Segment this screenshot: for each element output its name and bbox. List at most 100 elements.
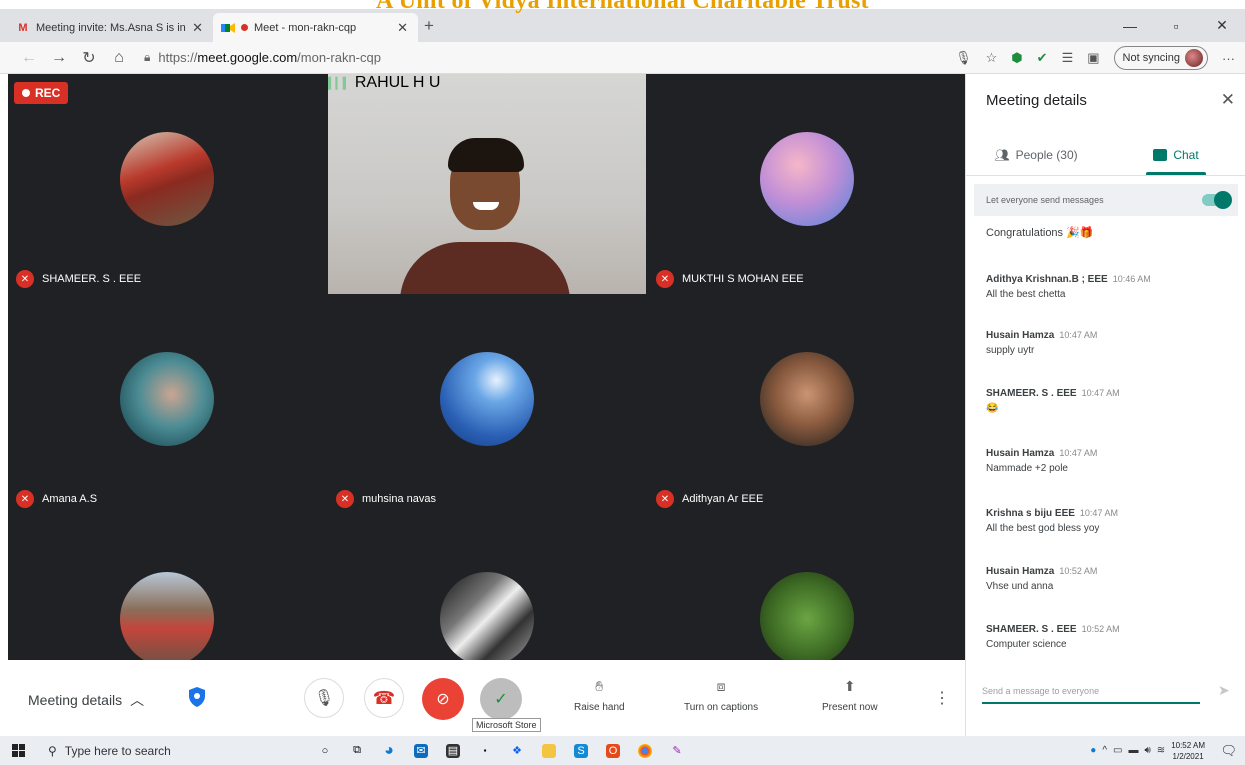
edge-icon[interactable]: ◕ [382,742,396,759]
participant-tile[interactable]: ✕ SHAMEER. S . EEE [8,74,326,294]
network-icon[interactable]: ▭ [1113,745,1122,756]
avatar [440,572,534,660]
meeting-details-button[interactable]: Meeting details ︿ [28,690,144,710]
favorites-icon[interactable]: ☰ [1062,50,1074,66]
message-text: Computer science [986,639,1067,650]
camera-off-button[interactable]: ⊘ [422,678,464,720]
chat-message: Husain Hamza 10:47 AM supply uytr [986,330,1231,356]
sync-label: Not syncing [1122,52,1180,64]
participant-tile[interactable]: ✕ Adithyan Ar EEE [648,294,965,514]
refresh-icon[interactable]: ↻ [74,48,104,68]
chat-message-input[interactable]: Send a message to everyone [982,686,1200,704]
volume-icon[interactable]: 🔊︎ [1144,745,1150,756]
chevron-up-icon[interactable]: ^ [1102,745,1107,756]
app-icon[interactable]: ▪ [478,744,492,758]
store-icon[interactable]: ▤ [446,743,460,758]
send-icon[interactable]: ➤ [1218,682,1230,699]
avatar [440,352,534,446]
search-icon: ⚲ [48,743,57,758]
collections-icon[interactable]: ▣ [1087,50,1099,66]
back-icon[interactable]: ← [14,49,44,67]
participant-tile[interactable] [8,514,326,660]
participant-tile[interactable] [648,514,965,660]
leave-call-button[interactable]: ☎ [364,678,404,718]
new-tab-icon[interactable]: + [424,16,434,36]
more-options-icon[interactable]: ⋮ [934,688,950,708]
security-shield-icon[interactable] [188,686,208,708]
close-tab-icon[interactable]: ✕ [192,20,203,36]
forward-icon[interactable]: → [44,49,74,67]
microphone-button[interactable]: 🎙︎ [304,678,344,718]
wifi-icon[interactable]: ≋ [1157,745,1165,756]
cortana-icon[interactable]: ○ [318,744,332,758]
file-explorer-icon[interactable] [542,743,556,758]
chat-message: SHAMEER. S . EEE 10:52 AM Computer scienc… [986,624,1231,650]
battery-icon[interactable]: ▬ [1128,745,1138,756]
message-time: 10:47 AM [1059,330,1098,340]
participant-tile[interactable]: ✕ muhsina navas [328,294,646,514]
office-icon[interactable]: O [606,743,620,758]
chat-message: Husain Hamza 10:47 AM Nammade +2 pole [986,448,1231,474]
url-field[interactable]: 🔒︎ https://meet.google.com/mon-rakn-cqp [144,50,381,65]
participant-tile[interactable]: ✕ Amana A.S [8,294,326,514]
congrats-text: Congratulations [986,227,1064,239]
message-sender: Husain Hamza [986,448,1055,459]
panel-title: Meeting details [986,92,1087,109]
windows-start-icon[interactable] [0,744,36,757]
participant-name: MUKTHI S MOHAN EEE [682,273,804,285]
participant-tile[interactable] [328,514,646,660]
participant-name-row: ✕ Adithyan Ar EEE [656,490,763,508]
emoji-icon: 🎉🎁 [1063,227,1094,239]
favorite-star-icon[interactable]: ☆ [986,50,998,66]
close-icon[interactable]: ✕ [1221,90,1235,110]
people-tray-icon[interactable]: ● [1090,745,1096,756]
meeting-details-label: Meeting details [28,692,123,708]
sway-icon[interactable]: S [574,743,588,758]
raise-hand-button[interactable]: ✋︎ Raise hand [574,678,625,713]
profile-sync-button[interactable]: Not syncing [1113,46,1208,70]
close-tab-icon[interactable]: ✕ [397,20,408,36]
present-icon: ⬆︎ [843,678,856,694]
tab-meet[interactable]: Meet - mon-rakn-cqp ✕ [213,13,418,42]
participant-name: SHAMEER. S . EEE [42,273,142,285]
everyone-label: Let everyone send messages [986,195,1104,205]
message-text: Vhse und anna [986,581,1054,592]
maximize-icon[interactable]: ▫ [1153,18,1199,34]
chrome-icon[interactable] [638,743,652,758]
tooltip: Microsoft Store [472,718,541,732]
captions-button[interactable]: ⧈ Turn on captions [684,678,758,713]
more-menu-icon[interactable]: ··· [1222,51,1235,66]
close-window-icon[interactable]: ✕ [1199,17,1245,34]
microsoft-store-button[interactable]: ✓ [480,678,522,720]
tab-chat[interactable]: Chat [1106,134,1245,175]
extension-check-icon[interactable]: ✔ [1037,50,1048,66]
profile-avatar [1185,49,1203,67]
taskbar-clock[interactable]: 10:52 AM 1/2/2021 [1171,740,1205,762]
minimize-icon[interactable]: — [1107,18,1153,34]
present-now-button[interactable]: ⬆︎ Present now [822,678,878,713]
participant-tile[interactable]: ✕ MUKTHI S MOHAN EEE [648,74,965,294]
notification-center-icon[interactable]: 🗨︎ [1220,743,1237,759]
avatar [120,352,214,446]
task-view-icon[interactable]: ⧉ [350,744,364,758]
chevron-up-icon: ︿ [130,692,145,708]
taskbar-search-box[interactable]: ⚲ Type here to search [36,736,256,765]
tab-gmail[interactable]: M Meeting invite: Ms.Asna S is invi ✕ [8,13,213,42]
extension-shield-icon[interactable]: ⬢ [1011,50,1022,66]
paint-icon[interactable]: ✎ [670,744,684,758]
tab-people[interactable]: 👥︎ People (30) [966,134,1106,175]
message-sender: SHAMEER. S . EEE [986,388,1077,399]
dropbox-icon[interactable]: ❖ [510,744,524,758]
chat-message: Congratulations 🎉🎁 [986,226,1231,239]
home-icon[interactable]: ⌂ [104,49,134,67]
mail-icon[interactable]: ✉ [414,743,428,758]
system-tray: ● ^ ▭ ▬ 🔊︎ ≋ 10:52 AM 1/2/2021 [1090,736,1205,765]
raise-hand-label: Raise hand [574,702,625,713]
message-sender: Krishna s biju EEE [986,508,1075,519]
participant-video-tile[interactable]: ▍▎▍ RAHUL H U [328,74,646,294]
avatar [760,572,854,660]
everyone-toggle[interactable] [1202,191,1232,209]
mic-indicator-icon[interactable]: 🎙︎ [955,50,972,66]
chat-message: SHAMEER. S . EEE 10:47 AM 😂 [986,388,1231,414]
avatar [120,132,214,226]
